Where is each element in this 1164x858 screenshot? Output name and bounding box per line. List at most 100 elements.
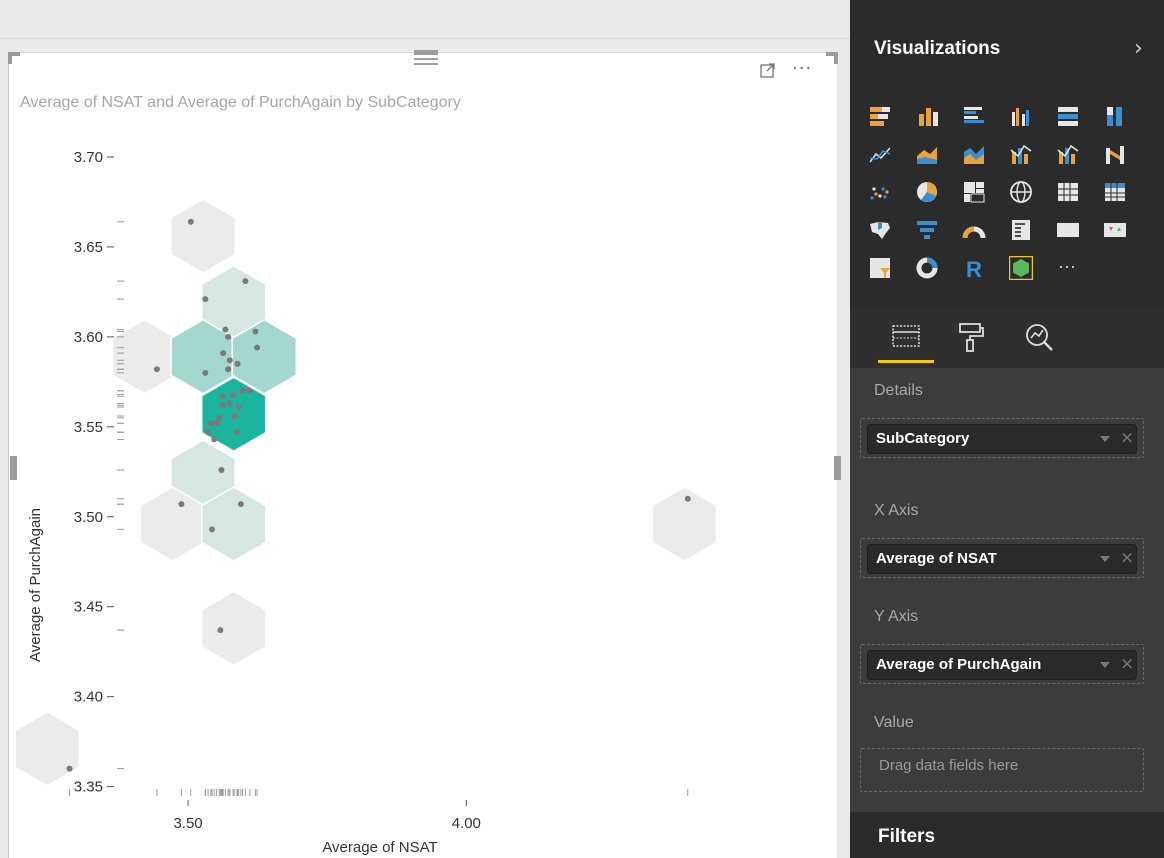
y-axis-label: Average of PurchAgain	[27, 508, 44, 662]
stacked-bar-chart-icon[interactable]	[868, 104, 892, 128]
line-chart-icon[interactable]	[868, 142, 892, 166]
report-canvas: ··· Average of NSAT and Average of Purch…	[0, 0, 850, 858]
pane-header: Visualizations ›	[850, 0, 1164, 96]
data-point	[178, 501, 185, 508]
field-pill-label: Average of PurchAgain	[876, 656, 1042, 673]
y-tick-label: 3.50	[74, 509, 103, 526]
funnel-icon[interactable]	[915, 218, 939, 242]
treemap-icon[interactable]	[962, 180, 986, 204]
data-point	[246, 387, 253, 394]
chevron-down-icon[interactable]	[1100, 436, 1110, 442]
data-point	[252, 328, 259, 335]
chevron-down-icon[interactable]	[1100, 556, 1110, 562]
data-point	[216, 414, 223, 421]
details-well-label: Details	[874, 382, 923, 399]
visual-gallery: R ···	[850, 96, 1164, 306]
data-point	[226, 400, 233, 407]
data-point	[684, 495, 691, 502]
gauge-icon[interactable]	[962, 218, 986, 242]
stacked-area-chart-icon[interactable]	[962, 142, 986, 166]
y-tick-label: 3.55	[74, 419, 103, 436]
field-pill-subcategory[interactable]: SubCategory ×	[867, 424, 1137, 454]
scatter-chart-icon[interactable]	[868, 180, 892, 204]
data-point	[225, 333, 232, 340]
remove-field-icon[interactable]: ×	[1120, 428, 1134, 448]
data-point	[242, 278, 249, 285]
data-point	[187, 218, 194, 225]
data-point	[234, 360, 241, 367]
slicer-icon[interactable]	[868, 256, 892, 280]
collapse-pane-chevron-icon[interactable]: ›	[1134, 36, 1143, 61]
remove-field-icon[interactable]: ×	[1120, 654, 1134, 674]
data-point	[237, 501, 244, 508]
clustered-bar-chart-icon[interactable]	[962, 104, 986, 128]
y-tick-label: 3.35	[74, 779, 103, 796]
remove-field-icon[interactable]: ×	[1120, 548, 1134, 568]
hexbin-cell	[111, 318, 178, 395]
hexbin-cell	[651, 486, 718, 562]
svg-text:···: ···	[1058, 256, 1076, 276]
data-point	[222, 326, 229, 333]
analytics-tab-icon[interactable]	[1022, 320, 1056, 354]
kpi-icon[interactable]	[1103, 218, 1127, 242]
field-pill-average-of-nsat[interactable]: Average of NSAT ×	[867, 544, 1137, 574]
details-well[interactable]: SubCategory ×	[860, 418, 1144, 458]
filled-map-icon[interactable]	[868, 218, 892, 242]
value-well-placeholder: Drag data fields here	[879, 757, 1019, 774]
value-well[interactable]: Drag data fields here	[860, 748, 1144, 792]
pie-chart-icon[interactable]	[915, 180, 939, 204]
matrix-icon[interactable]	[1103, 180, 1127, 204]
area-chart-icon[interactable]	[915, 142, 939, 166]
field-pill-label: SubCategory	[876, 430, 970, 447]
hexbin-visual-icon[interactable]	[1007, 254, 1035, 282]
data-point	[218, 466, 225, 473]
y-tick-label: 3.40	[74, 689, 103, 706]
data-point	[239, 387, 246, 394]
table-icon[interactable]	[1056, 180, 1080, 204]
ribbon-chart-icon[interactable]	[1103, 142, 1127, 166]
data-point	[207, 420, 214, 427]
active-tab-indicator	[878, 360, 934, 363]
stacked-column-chart-icon[interactable]	[915, 104, 939, 128]
filters-header[interactable]: Filters	[850, 812, 1164, 858]
hexbin-cell	[170, 198, 236, 274]
pane-title: Visualizations	[874, 38, 1001, 59]
r-visual-icon[interactable]: R	[962, 256, 986, 282]
data-point	[213, 420, 220, 427]
plot-area: 3.70 3.65 3.60 3.55 3.50 3.45 3.40 3.35 3.50 4.00…	[14, 149, 718, 856]
chevron-down-icon[interactable]	[1100, 662, 1110, 668]
data-point	[217, 627, 224, 634]
100-stacked-bar-chart-icon[interactable]	[1056, 104, 1080, 128]
y-axis-well-label: Y Axis	[874, 608, 919, 625]
x-tick-label: 4.00	[452, 815, 481, 832]
format-tab-icon[interactable]	[954, 320, 988, 354]
data-point	[226, 357, 233, 364]
data-point	[202, 296, 209, 303]
y-tick-label: 3.70	[74, 149, 103, 166]
100-stacked-column-chart-icon[interactable]	[1103, 104, 1127, 128]
x-tick-label: 3.50	[173, 815, 202, 832]
data-point	[231, 413, 238, 420]
clustered-column-chart-icon[interactable]	[1009, 104, 1033, 128]
x-axis-well[interactable]: Average of NSAT ×	[860, 538, 1144, 578]
line-and-clustered-column-chart-icon[interactable]	[1056, 142, 1080, 166]
pane-tabs	[850, 306, 1164, 368]
y-tick-label: 3.60	[74, 329, 103, 346]
y-axis-well[interactable]: Average of PurchAgain ×	[860, 644, 1144, 684]
x-axis-well-label: X Axis	[874, 502, 919, 519]
globe-map-icon[interactable]	[1009, 180, 1033, 204]
card-icon[interactable]	[1056, 218, 1080, 242]
fields-tab-icon[interactable]	[890, 320, 924, 354]
data-point	[211, 436, 218, 443]
more-visuals-icon[interactable]: ···	[1056, 256, 1080, 280]
data-point	[254, 344, 261, 351]
data-point	[235, 404, 242, 411]
field-pill-average-of-purchagain[interactable]: Average of PurchAgain ×	[867, 650, 1137, 680]
line-and-stacked-column-chart-icon[interactable]	[1009, 142, 1033, 166]
data-point	[225, 366, 232, 373]
filters-title: Filters	[878, 826, 936, 847]
multi-row-card-icon[interactable]	[1009, 218, 1033, 242]
svg-text:R: R	[966, 257, 982, 280]
donut-chart-icon[interactable]	[915, 256, 939, 280]
data-point	[234, 429, 241, 436]
